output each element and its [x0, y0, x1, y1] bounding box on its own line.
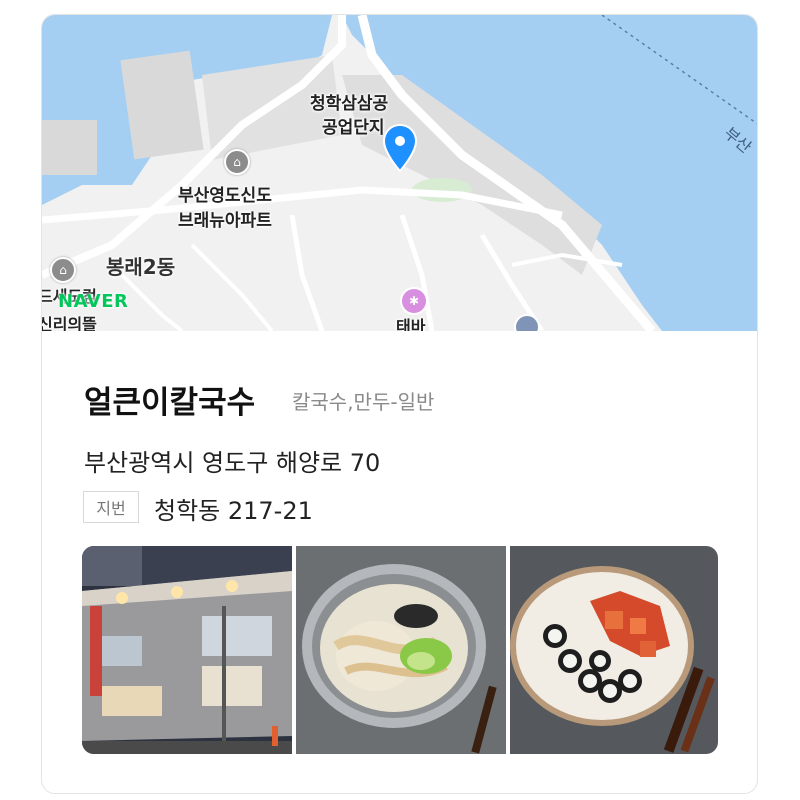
jibun-address: 청학동 217-21	[154, 497, 313, 525]
map-canvas	[42, 15, 757, 331]
photo-kalguksu[interactable]	[296, 546, 506, 754]
place-category: 칼국수,만두-일반	[292, 390, 435, 414]
photo-strip[interactable]	[82, 546, 718, 754]
road-address: 부산광역시 영도구 해양로 70	[84, 449, 381, 477]
map-label-industrial-2: 공업단지	[322, 118, 385, 138]
naver-logo: NAVER	[58, 291, 129, 312]
jibun-badge: 지번	[83, 491, 139, 523]
photo-gimbap-kimchi[interactable]	[510, 546, 718, 754]
location-pin-icon[interactable]	[382, 123, 418, 173]
hotel-icon: ✱	[400, 287, 428, 315]
map-label-industrial-1: 청학삼삼공	[310, 94, 389, 114]
apartment-icon: ⌂	[224, 149, 250, 175]
place-name[interactable]: 얼큰이칼국수	[84, 377, 255, 422]
photo-restaurant-exterior[interactable]	[82, 546, 292, 754]
place-card[interactable]: ⌂ ⌂ ✱ 청학삼삼공 공업단지 부산영도신도 브래뉴아파트 봉래2동 드세도컴…	[41, 14, 758, 794]
map-label-bottom-poi: 태바	[396, 317, 426, 331]
map-preview[interactable]: ⌂ ⌂ ✱ 청학삼삼공 공업단지 부산영도신도 브래뉴아파트 봉래2동 드세도컴…	[42, 15, 757, 331]
map-label-apartment-1: 부산영도신도	[178, 186, 272, 206]
apartment-icon: ⌂	[50, 257, 76, 283]
map-label-apartment-2: 브래뉴아파트	[178, 211, 272, 231]
map-label-district: 봉래2동	[106, 255, 176, 279]
map-label-left-edge-2: 신리의뜰	[42, 315, 97, 331]
